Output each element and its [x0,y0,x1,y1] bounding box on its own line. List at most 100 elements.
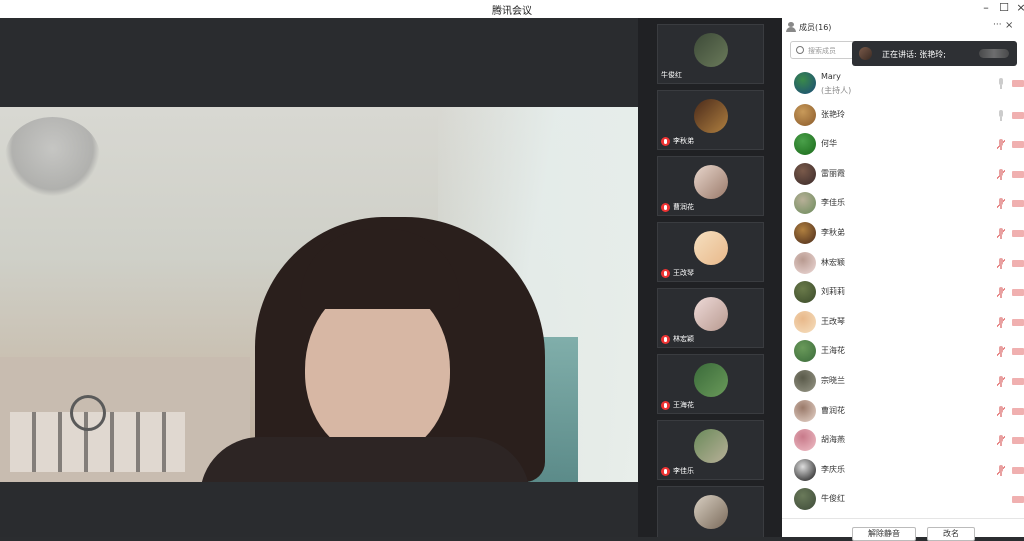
member-name: 雷丽霞 [821,168,845,178]
muted-mic-icon[interactable] [997,316,1005,328]
members-footer: 解除静音 改名 [782,518,1024,541]
avatar [794,488,816,511]
avatar [794,192,816,215]
thumbnail-label: 王海花 [661,400,694,410]
muted-mic-icon[interactable] [997,228,1005,239]
thumbnail-avatar [694,231,728,265]
member-row[interactable]: 李佳乐 [782,189,1024,218]
muted-mic-icon[interactable] [997,168,1005,180]
video-person-body [200,437,530,482]
avatar [794,281,816,304]
member-row[interactable]: 刘莉莉 [782,278,1024,307]
muted-mic-icon[interactable] [997,346,1005,358]
muted-mic-icon[interactable] [997,257,1005,269]
muted-mic-icon[interactable] [997,464,1005,476]
title-bar: 腾讯会议 – ☐ × [0,0,1024,18]
muted-mic-icon[interactable] [997,139,1005,151]
muted-mic-icon[interactable] [997,435,1005,447]
member-name: 林宏颖 [821,257,845,267]
main-video-area[interactable] [0,18,638,537]
video-thumbnail[interactable]: 李秋弟 [657,90,764,150]
video-thumbnail[interactable]: 牛俊红 [657,24,764,84]
thumbnail-label: 李秋弟 [661,136,694,146]
camera-off-icon[interactable] [1012,289,1024,297]
member-name: 胡海燕 [821,435,845,445]
member-row[interactable]: 何华 [782,130,1024,159]
camera-off-icon[interactable] [1012,141,1024,149]
window-title: 腾讯会议 [492,6,532,17]
thumbnail-name: 王改琴 [673,269,694,277]
camera-off-icon[interactable] [1012,318,1024,326]
camera-off-icon[interactable] [1012,230,1024,237]
video-thumbnail[interactable]: 王海花 [657,354,764,414]
member-row[interactable]: 林宏颖 [782,249,1024,278]
camera-off-icon[interactable] [1012,259,1024,267]
member-row[interactable]: 李庆乐 [782,456,1024,485]
video-lamp [5,117,100,197]
video-thumbnail[interactable]: 王改琴 [657,222,764,282]
member-row[interactable]: 宗晓兰 [782,367,1024,396]
member-name: 张艳玲 [821,109,845,119]
thumbnail-label: 林宏颖 [661,334,694,344]
muted-mic-icon[interactable] [997,376,1005,387]
video-thumbnail[interactable]: 曹润花 [657,156,764,216]
camera-off-icon[interactable] [1012,466,1024,474]
video-wall-clock [70,395,106,431]
avatar [794,310,816,333]
thumbnail-avatar [694,33,728,67]
video-thumbnail-strip[interactable]: 牛俊红李秋弟曹润花王改琴林宏颖王海花李佳乐 [638,18,782,537]
member-row[interactable]: 张艳玲 [782,101,1024,130]
avatar [794,72,816,94]
camera-off-icon[interactable] [1012,80,1024,87]
camera-off-icon[interactable] [1012,496,1024,504]
maximize-button[interactable]: ☐ [996,1,1012,14]
speaking-indicator: 正在讲话: 张艳玲; [852,41,1017,66]
muted-mic-icon[interactable] [997,405,1005,417]
thumbnail-name: 牛俊红 [661,71,682,79]
video-thumbnail[interactable]: 李佳乐 [657,420,764,480]
member-row[interactable]: 雷丽霞 [782,160,1024,189]
video-thumbnail[interactable] [657,486,764,537]
muted-mic-icon [661,202,670,212]
unmute-all-button[interactable]: 解除静音 [852,527,916,541]
member-row[interactable]: Mary (主持人) [782,69,1024,98]
muted-mic-icon [661,400,670,410]
thumbnail-avatar [694,363,728,397]
muted-mic-icon[interactable] [997,287,1005,299]
speaker-avatar [859,47,872,60]
member-row[interactable]: 胡海燕 [782,426,1024,455]
member-role: (主持人) [821,86,852,95]
close-window-button[interactable]: × [1013,1,1024,14]
member-row[interactable]: 曹润花 [782,397,1024,426]
member-name: 李秋弟 [821,228,845,237]
thumbnail-name: 曹润花 [673,203,694,211]
camera-off-icon[interactable] [1012,378,1024,385]
mic-icon[interactable] [997,78,1005,89]
camera-off-icon[interactable] [1012,170,1024,178]
member-row[interactable]: 王改琴 [782,308,1024,337]
camera-off-icon[interactable] [1012,348,1024,356]
camera-off-icon[interactable] [1012,437,1024,445]
member-name: 李庆乐 [821,464,845,474]
close-panel-icon[interactable]: × [1005,20,1013,31]
thumbnail-avatar [694,429,728,463]
camera-off-icon[interactable] [1012,200,1024,208]
member-name: 曹润花 [821,405,845,415]
camera-off-icon[interactable] [1012,111,1024,119]
muted-mic-icon[interactable] [997,198,1005,210]
rename-button[interactable]: 改名 [927,527,975,541]
member-name: 何华 [821,139,837,149]
member-row[interactable]: 王海花 [782,337,1024,366]
member-row[interactable]: 牛俊红 [782,485,1024,514]
avatar [794,340,816,363]
avatar [794,133,816,156]
member-name: 刘莉莉 [821,287,845,297]
thumbnail-name: 李秋弟 [673,137,694,145]
member-row[interactable]: 李秋弟 [782,219,1024,248]
video-thumbnail[interactable]: 林宏颖 [657,288,764,348]
more-options-icon[interactable]: ··· [993,20,1002,30]
camera-off-icon[interactable] [1012,407,1024,415]
search-icon [796,46,804,54]
mic-icon[interactable] [997,109,1005,121]
minimize-button[interactable]: – [978,1,994,14]
